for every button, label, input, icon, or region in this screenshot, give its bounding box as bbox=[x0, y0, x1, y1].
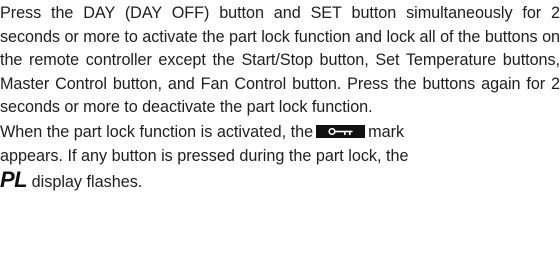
indicator-text-after-mark: mark bbox=[368, 122, 405, 141]
part-lock-indicator-paragraph: When the part lock function is activated… bbox=[0, 120, 560, 194]
part-lock-activation-paragraph: Press the DAY (DAY OFF) button and SET b… bbox=[0, 4, 560, 116]
flash-line: appears. If any button is pressed during… bbox=[0, 144, 560, 194]
flash-text: appears. If any button is pressed during… bbox=[0, 146, 409, 165]
indicator-text-before-mark: When the part lock function is activated… bbox=[0, 122, 314, 141]
key-lock-icon bbox=[316, 124, 366, 138]
indicator-line: When the part lock function is activated… bbox=[0, 120, 560, 144]
instruction-text: Press the DAY (DAY OFF) button and SET b… bbox=[0, 2, 560, 194]
pl-display-label: PL bbox=[0, 166, 28, 192]
key-shape bbox=[328, 127, 353, 135]
flash-text-end: display flashes. bbox=[31, 172, 143, 191]
